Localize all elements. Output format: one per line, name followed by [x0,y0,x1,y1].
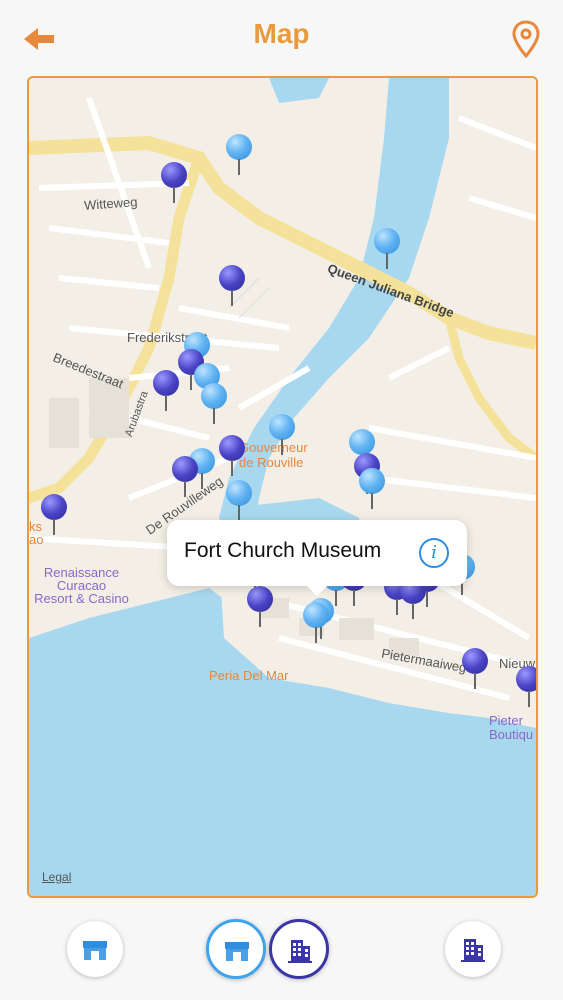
map-pin[interactable] [247,586,273,628]
shop-icon [225,942,249,961]
map-pin[interactable] [269,414,295,456]
map-pin[interactable] [219,435,245,477]
map-pin[interactable] [226,480,252,522]
map-view[interactable]: Witteweg Queen Juliana Bridge Frederikst… [27,76,538,898]
shop-filter-button-active[interactable] [206,919,266,979]
shop-filter-button[interactable] [67,921,123,977]
map-pin[interactable] [161,162,187,204]
building-icon [461,939,485,962]
map-pin[interactable] [462,648,488,690]
building-filter-button[interactable] [445,921,501,977]
map-pin[interactable] [172,456,198,498]
building-filter-button-active[interactable] [269,919,329,979]
map-pin[interactable] [374,228,400,270]
building-icon [288,940,312,963]
poi-pieter-boutique[interactable]: Pieter Boutiqu [489,714,533,742]
map-pin[interactable] [516,666,536,708]
location-pin-icon[interactable] [511,20,541,59]
map-pin[interactable] [359,468,385,510]
map-callout[interactable]: Fort Church Museum i [167,520,467,596]
info-icon[interactable]: i [419,538,449,568]
callout-tail [307,586,327,596]
map-pin[interactable] [153,370,179,412]
map-pin[interactable] [226,134,252,176]
shop-icon [83,941,107,960]
poi-renaissance-curacao[interactable]: Renaissance Curacao Resort & Casino [29,566,134,605]
map-pin[interactable] [201,383,227,425]
poi-peria-del-mar[interactable]: Peria Del Mar [209,668,288,683]
map-pin[interactable] [41,494,67,536]
map-pin[interactable] [219,265,245,307]
legal-link[interactable]: Legal [42,870,71,884]
callout-title: Fort Church Museum [184,539,382,562]
header-bar: Map [0,0,563,75]
page-title: Map [253,18,310,49]
map-pin[interactable] [303,602,329,644]
